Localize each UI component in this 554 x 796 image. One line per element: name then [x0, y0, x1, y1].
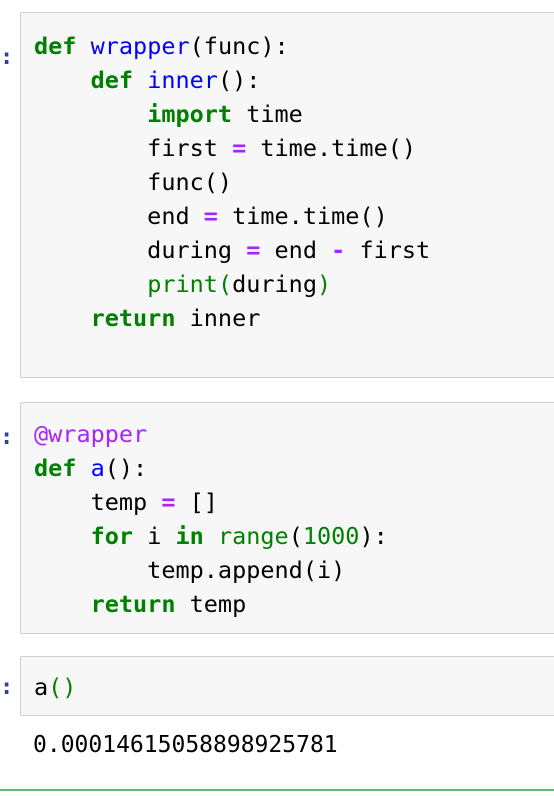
code-line: for i in range(1000): [34, 519, 388, 553]
code-token: ) [316, 270, 332, 298]
code-token: for [90, 522, 134, 550]
code-token: time.time() [246, 134, 417, 162]
code-line: def inner(): [34, 63, 430, 97]
cell-input-area[interactable]: @wrapper def a(): temp = [] for i in rang… [20, 402, 554, 634]
code-token: ( [217, 270, 233, 298]
code-token: a [90, 454, 105, 482]
code-token: first [34, 134, 233, 162]
code-line: import time [34, 97, 430, 131]
code-token: [] [175, 488, 218, 516]
code-line: @wrapper [34, 417, 388, 451]
cell-input-area[interactable]: a() [20, 656, 554, 716]
code-token: end [260, 236, 332, 264]
code-line: during = end - first [34, 233, 430, 267]
code-token: during [232, 270, 317, 298]
code-token: wrapper [90, 32, 190, 60]
code-token: a [34, 673, 49, 701]
code-token: return [90, 304, 176, 332]
code-token: during [34, 236, 247, 264]
code-cell-2[interactable]: : @wrapper def a(): temp = [] for i in ra… [0, 402, 554, 634]
cell-prompt: : [0, 675, 14, 700]
code-token: - [331, 236, 346, 264]
code-token: time [232, 100, 303, 128]
code-line: return inner [34, 301, 430, 335]
code-token: def [90, 66, 134, 94]
code-token: = [246, 236, 261, 264]
code-token: func() [34, 168, 233, 196]
cell-output: 0.00014615058898925781 [33, 732, 338, 758]
cell-input-area[interactable]: def wrapper(func): def inner(): import t… [20, 12, 554, 378]
code-token: temp [175, 590, 247, 618]
code-line: def wrapper(func): [34, 29, 430, 63]
code-cell-1[interactable]: : def wrapper(func): def inner(): import… [0, 12, 554, 378]
code-token: 1000 [302, 522, 360, 550]
code-line: func() [34, 165, 430, 199]
code-line: print(during) [34, 267, 430, 301]
code-token: = [232, 134, 247, 162]
code-token: temp [34, 488, 162, 516]
code-line: a() [34, 670, 76, 704]
code-token: temp.append(i) [34, 556, 346, 584]
code-editor[interactable]: @wrapper def a(): temp = [] for i in rang… [34, 417, 388, 621]
code-token: return [90, 590, 176, 618]
code-token: end [34, 202, 204, 230]
code-token: import [147, 100, 233, 128]
code-token: (func): [189, 32, 289, 60]
code-token: range [217, 522, 289, 550]
code-line: end = time.time() [34, 199, 430, 233]
code-token: (): [217, 66, 261, 94]
code-token: print [147, 270, 218, 298]
code-token: = [203, 202, 218, 230]
code-cell-3[interactable]: : a() [0, 656, 554, 716]
code-token: () [48, 673, 77, 701]
code-token: ): [359, 522, 388, 550]
code-token: ( [288, 522, 303, 550]
code-line: return temp [34, 587, 388, 621]
code-token: time.time() [217, 202, 388, 230]
code-token: i [133, 522, 176, 550]
code-token: def [34, 32, 77, 60]
code-line: def a(): [34, 451, 388, 485]
code-token: inner [147, 66, 218, 94]
code-line: temp.append(i) [34, 553, 388, 587]
code-token: (): [104, 454, 148, 482]
code-token: def [34, 454, 77, 482]
code-token: inner [175, 304, 261, 332]
cell-prompt: : [0, 425, 14, 450]
code-line: temp = [] [34, 485, 388, 519]
code-token: = [161, 488, 176, 516]
code-token: in [175, 522, 204, 550]
selected-cell-border [0, 789, 554, 791]
code-token: @wrapper [34, 420, 148, 448]
cell-prompt: : [0, 45, 14, 70]
code-editor[interactable]: def wrapper(func): def inner(): import t… [34, 29, 430, 335]
code-token: first [345, 236, 431, 264]
code-line: first = time.time() [34, 131, 430, 165]
code-editor[interactable]: a() [34, 670, 76, 704]
